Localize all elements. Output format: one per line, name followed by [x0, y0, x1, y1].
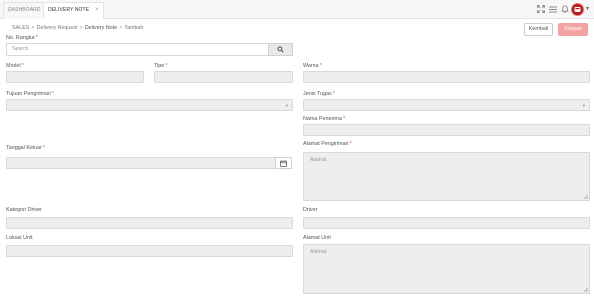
- search-button[interactable]: [268, 43, 293, 56]
- tipe-label: Tipe*: [154, 63, 168, 69]
- resize-handle-icon[interactable]: [583, 287, 588, 292]
- calendar-icon: [280, 159, 287, 167]
- nama-penerima-field[interactable]: [303, 124, 590, 136]
- tab-dashboard[interactable]: DASHBOARD: [3, 2, 46, 19]
- search-placeholder: Search: [12, 46, 29, 52]
- no-rangka-label: No. Rangka*: [6, 35, 38, 41]
- breadcrumb-tambah: Tambah: [124, 25, 144, 31]
- no-rangka-search-input[interactable]: Search: [6, 43, 269, 56]
- chevron-down-icon: ▾: [582, 103, 585, 108]
- alamat-unit-label: Alamat Unit: [303, 235, 331, 241]
- model-field[interactable]: [6, 71, 144, 83]
- bell-icon[interactable]: [560, 4, 570, 14]
- warna-field[interactable]: [303, 71, 590, 83]
- breadcrumb-separator: >: [31, 25, 35, 31]
- nama-penerima-label: Nama Penerima*: [303, 116, 346, 122]
- tanggal-keluar-label: Tanggal Keluar*: [6, 145, 46, 151]
- top-bar: DASHBOARD DELIVERY NOTE × ▾: [0, 0, 594, 19]
- chevron-down-icon: ▾: [285, 103, 288, 108]
- alamat-pengiriman-label: Alamat Pengiriman*: [303, 141, 352, 147]
- tab-delivery-note[interactable]: DELIVERY NOTE ×: [43, 2, 104, 19]
- driver-field[interactable]: [303, 217, 590, 229]
- alamat-placeholder: Alamat: [310, 249, 327, 255]
- hamburger-menu-icon[interactable]: [548, 4, 558, 14]
- driver-label: Driver: [303, 207, 318, 213]
- kategori-driver-label: Kategori Driver: [6, 207, 42, 213]
- resize-handle-icon[interactable]: [583, 194, 588, 199]
- breadcrumb-separator: >: [119, 25, 123, 31]
- alamat-placeholder: Alamat: [310, 157, 327, 163]
- breadcrumb-delivery-request[interactable]: Delivery Request: [37, 25, 78, 31]
- breadcrumb-sales[interactable]: SALES: [12, 25, 29, 31]
- tujuan-pengiriman-select[interactable]: ▾: [6, 99, 293, 111]
- jenis-tugas-select[interactable]: ▾: [303, 99, 590, 111]
- breadcrumb-separator: >: [79, 25, 83, 31]
- warna-label: Warna*: [303, 63, 322, 69]
- chevron-down-icon[interactable]: ▾: [586, 5, 589, 12]
- search-icon: [277, 46, 284, 53]
- save-button[interactable]: Simpan: [558, 23, 588, 36]
- fullscreen-icon[interactable]: [536, 4, 546, 14]
- close-icon[interactable]: ×: [95, 7, 99, 13]
- model-label: Model*: [6, 63, 24, 69]
- lokasi-unit-field[interactable]: [6, 245, 293, 257]
- tab-dashboard-label: DASHBOARD: [8, 7, 41, 13]
- breadcrumb: SALES > Delivery Request > Delivery Note > Tam…: [12, 25, 143, 31]
- calendar-button[interactable]: [275, 157, 292, 169]
- tujuan-pengiriman-label: Tujuan Pengiriman*: [6, 91, 55, 97]
- jenis-tugas-label: Jenis Tugas*: [303, 91, 335, 97]
- avatar[interactable]: [571, 3, 584, 16]
- back-button[interactable]: Kembali: [524, 23, 553, 36]
- alamat-pengiriman-textarea[interactable]: Alamat: [303, 152, 590, 201]
- breadcrumb-delivery-note[interactable]: Delivery Note: [85, 25, 117, 31]
- tanggal-keluar-field[interactable]: [6, 157, 276, 169]
- tipe-field[interactable]: [154, 71, 293, 83]
- kategori-driver-field[interactable]: [6, 217, 293, 229]
- lokasi-unit-label: Lokasi Unit: [6, 235, 33, 241]
- tab-delivery-note-label: DELIVERY NOTE: [48, 7, 90, 13]
- alamat-unit-textarea[interactable]: Alamat: [303, 244, 590, 294]
